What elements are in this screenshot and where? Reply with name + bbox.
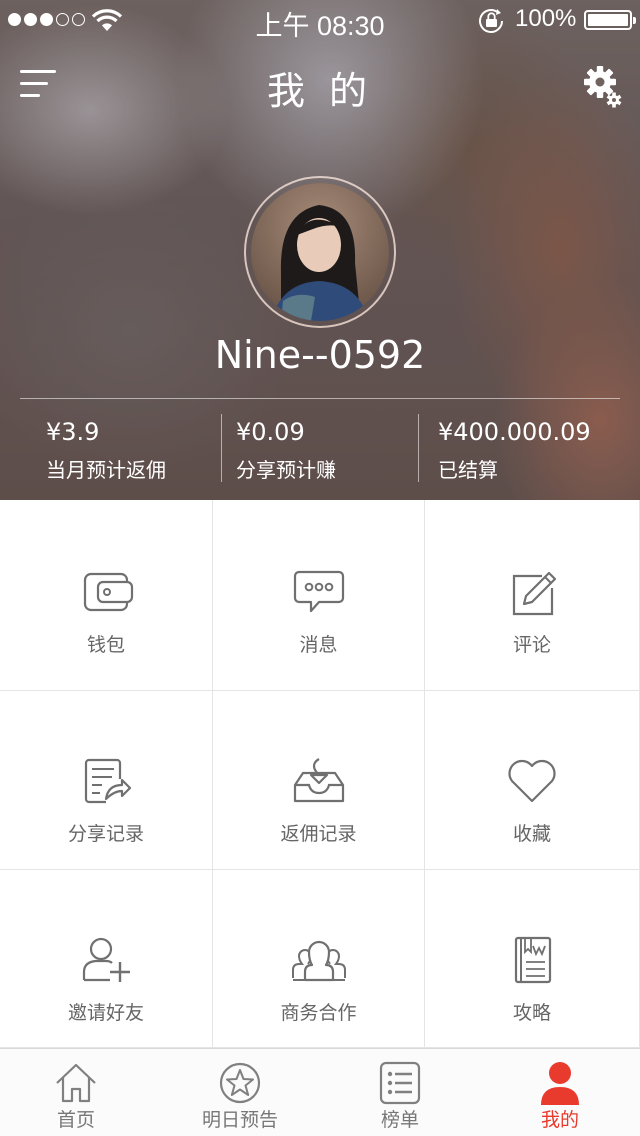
grid-item-label: 收藏 xyxy=(512,823,551,845)
tab-label: 榜单 xyxy=(380,1109,419,1131)
tab-home[interactable]: 首页 xyxy=(36,1049,116,1136)
grid-item-rebate-records[interactable]: 返佣记录 xyxy=(213,691,425,870)
grid-item-messages[interactable]: 消息 xyxy=(213,500,425,691)
star-icon xyxy=(219,1062,261,1104)
stat-monthly-rebate[interactable]: ¥3.9 当月预计返佣 xyxy=(46,418,166,483)
divider xyxy=(418,414,419,482)
tab-label: 明日预告 xyxy=(201,1109,278,1131)
profile-header: 上午 08:30 100% 我 的 Nine--0592 ¥3.9 当月预计返佣… xyxy=(0,0,640,500)
battery-icon xyxy=(584,10,636,30)
business-cooperation-icon xyxy=(291,940,346,982)
divider xyxy=(20,398,620,399)
grid-item-invite-friends[interactable]: 邀请好友 xyxy=(0,870,213,1048)
divider xyxy=(221,414,222,482)
stat-label: 已结算 xyxy=(438,458,498,482)
grid-item-favorites[interactable]: 收藏 xyxy=(425,691,640,870)
guide-book-icon xyxy=(514,936,552,984)
stat-value: ¥0.09 xyxy=(236,418,305,446)
avatar[interactable] xyxy=(244,176,396,328)
rebate-record-icon xyxy=(293,758,344,803)
grid-item-label: 返佣记录 xyxy=(280,823,357,845)
stat-share-earnings[interactable]: ¥0.09 分享预计赚 xyxy=(236,418,336,483)
battery-percentage: 100% xyxy=(515,5,577,32)
function-grid: 钱包 消息 评论 分享记录 返佣记录 收藏 邀请好友 商务合作 攻略 xyxy=(0,500,640,1048)
tab-label: 我的 xyxy=(540,1109,579,1131)
list-icon xyxy=(379,1061,421,1105)
grid-item-label: 评论 xyxy=(512,634,551,656)
settings-gear-icon[interactable] xyxy=(583,64,623,108)
grid-item-label: 钱包 xyxy=(86,634,125,656)
grid-item-label: 消息 xyxy=(299,634,338,656)
share-record-icon xyxy=(84,758,132,804)
message-icon xyxy=(293,570,344,613)
page-title: 我 的 xyxy=(266,69,374,113)
heart-icon xyxy=(508,759,556,803)
tab-label: 首页 xyxy=(56,1109,95,1131)
stat-label: 分享预计赚 xyxy=(236,458,336,482)
wallet-icon xyxy=(83,572,134,612)
grid-item-comments[interactable]: 评论 xyxy=(425,500,640,691)
comment-edit-icon xyxy=(512,571,557,616)
grid-item-label: 攻略 xyxy=(512,1002,551,1024)
grid-item-label: 邀请好友 xyxy=(67,1002,144,1024)
home-icon xyxy=(56,1063,96,1103)
tab-tomorrow-preview[interactable]: 明日预告 xyxy=(190,1049,290,1136)
stat-label: 当月预计返佣 xyxy=(46,458,166,482)
rotation-lock-icon xyxy=(479,9,503,33)
grid-item-label: 分享记录 xyxy=(67,823,144,845)
stat-value: ¥3.9 xyxy=(46,418,100,446)
invite-friend-icon xyxy=(82,937,130,982)
grid-item-guide[interactable]: 攻略 xyxy=(425,870,640,1048)
grid-item-business-cooperation[interactable]: 商务合作 xyxy=(213,870,425,1048)
username: Nine--0592 xyxy=(214,333,426,377)
grid-item-label: 商务合作 xyxy=(280,1002,357,1024)
tab-mine[interactable]: 我的 xyxy=(520,1049,600,1136)
tab-rankings[interactable]: 榜单 xyxy=(360,1049,440,1136)
stat-settled[interactable]: ¥400.000.09 已结算 xyxy=(438,418,591,483)
grid-item-wallet[interactable]: 钱包 xyxy=(0,500,213,691)
tab-bar: 首页 明日预告 榜单 我的 xyxy=(0,1048,640,1136)
grid-item-share-records[interactable]: 分享记录 xyxy=(0,691,213,870)
user-icon xyxy=(541,1062,579,1105)
status-bar: 上午 08:30 100% xyxy=(0,0,640,41)
stat-value: ¥400.000.09 xyxy=(438,418,591,446)
